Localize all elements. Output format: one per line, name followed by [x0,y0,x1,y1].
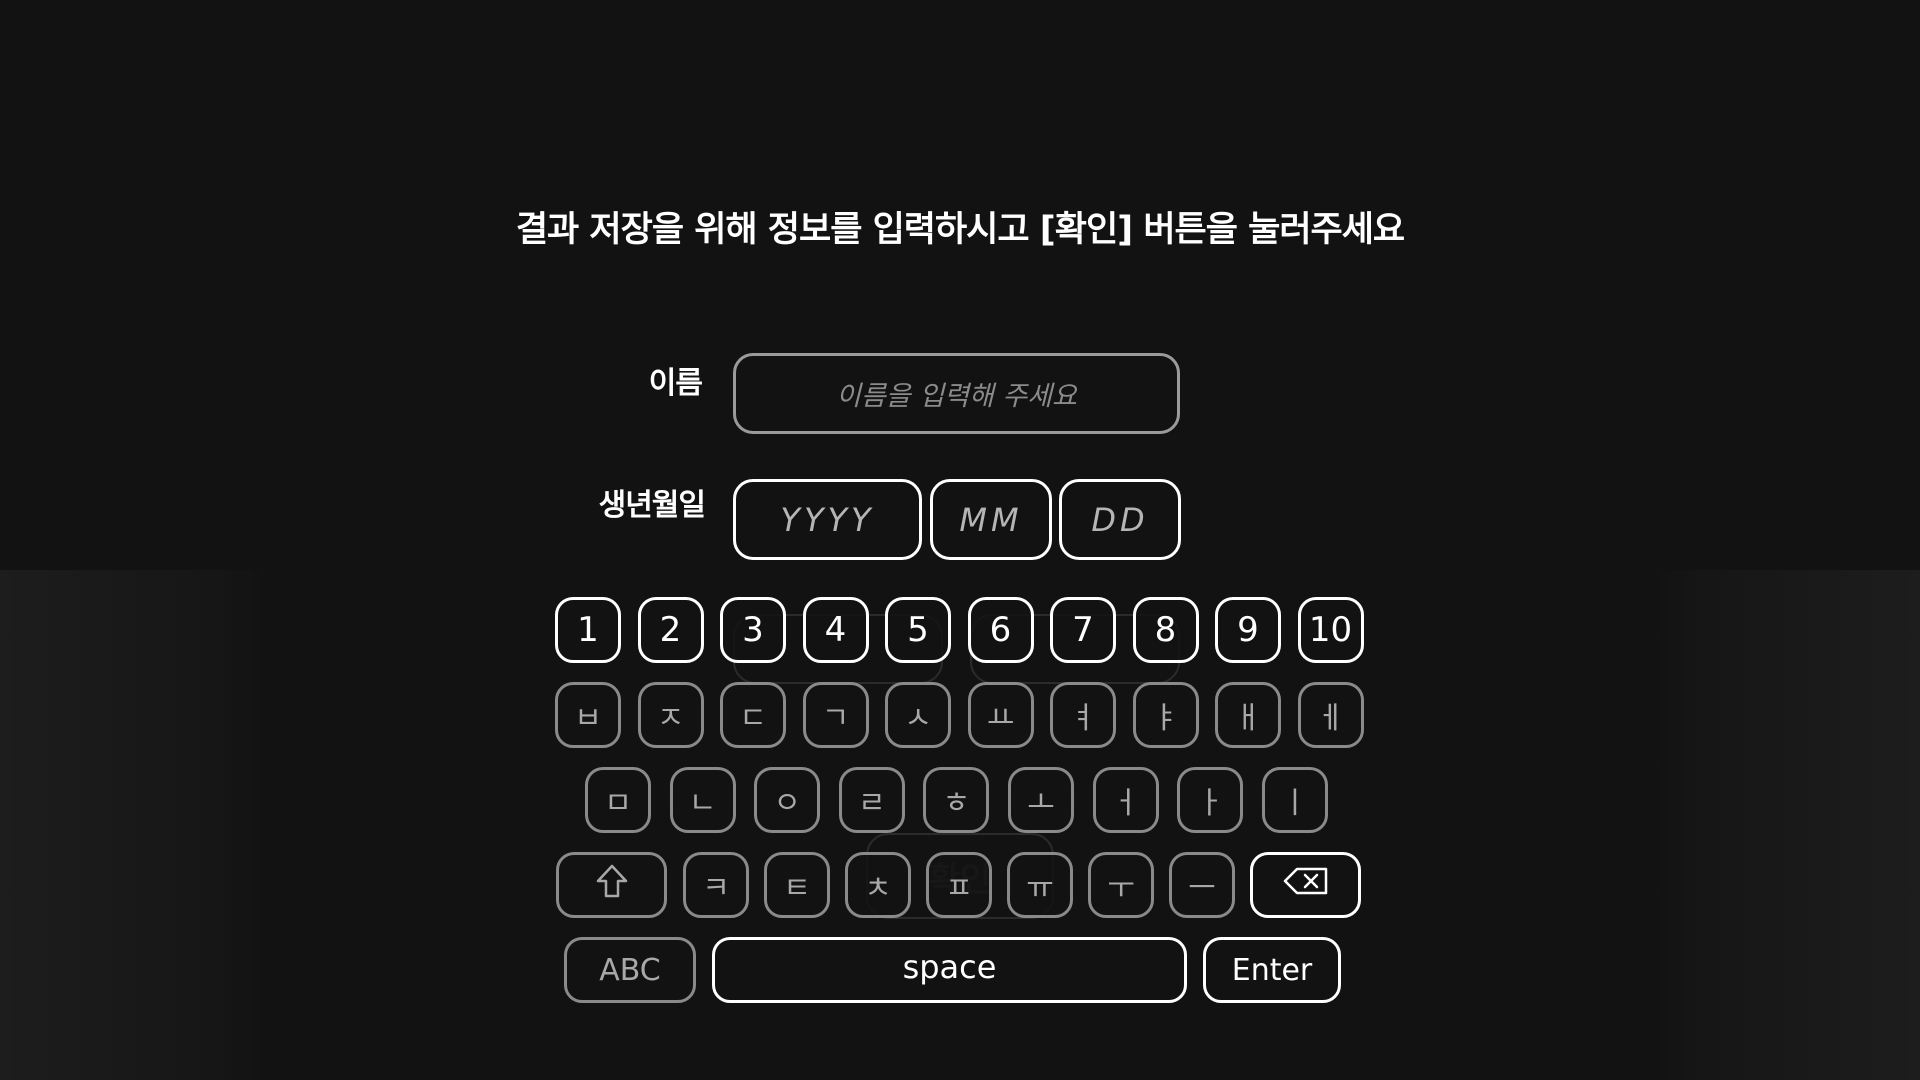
key-jamo-ㅡ[interactable]: ㅡ [1169,852,1235,918]
name-input[interactable]: 이름을 입력해 주세요 [733,353,1180,434]
instruction-text: 결과 저장을 위해 정보를 입력하시고 [확인] 버튼을 눌러주세요 [515,210,1405,250]
key-jamo-ㅍ[interactable]: ㅍ [926,852,992,918]
key-jamo-ㄷ[interactable]: ㄷ [720,682,786,748]
key-jamo-ㅕ[interactable]: ㅕ [1050,682,1116,748]
space-key[interactable]: space [712,937,1187,1003]
key-jamo-ㄱ[interactable]: ㄱ [802,682,869,748]
backspace-icon [1283,866,1329,904]
key-jamo-ㅂ[interactable]: ㅂ [555,682,621,748]
shift-arrow-icon [595,863,629,907]
birth-day-input[interactable]: DD [1059,479,1181,560]
key-jamo-ㅓ[interactable]: ㅓ [1092,767,1159,833]
key-jamo-ㄹ[interactable]: ㄹ [838,767,905,833]
key-jamo-ㅣ[interactable]: ㅣ [1261,767,1328,833]
key-number-2[interactable]: 2 [637,597,704,663]
key-jamo-ㅌ[interactable]: ㅌ [764,852,830,918]
right-shade [1650,570,1920,1080]
left-shade [0,570,270,1080]
key-number-1[interactable]: 1 [555,597,621,663]
key-jamo-ㅈ[interactable]: ㅈ [637,682,704,748]
birth-year-input[interactable]: YYYY [733,479,922,560]
key-jamo-ㅊ[interactable]: ㅊ [845,852,911,918]
enter-key[interactable]: Enter [1203,937,1341,1003]
key-number-7[interactable]: 7 [1050,597,1116,663]
abc-key[interactable]: ABC [564,937,696,1003]
key-jamo-ㅅ[interactable]: ㅅ [885,682,951,748]
key-jamo-ㅜ[interactable]: ㅜ [1088,852,1154,918]
key-jamo-ㅇ[interactable]: ㅇ [754,767,821,833]
shift-key[interactable] [556,852,667,918]
key-number-6[interactable]: 6 [967,597,1034,663]
birth-month-input[interactable]: MM [930,479,1052,560]
key-jamo-ㅏ[interactable]: ㅏ [1177,767,1244,833]
key-number-8[interactable]: 8 [1132,597,1199,663]
key-jamo-ㅐ[interactable]: ㅐ [1215,682,1281,748]
key-jamo-ㅔ[interactable]: ㅔ [1297,682,1364,748]
key-number-10[interactable]: 10 [1297,597,1364,663]
name-label: 이름 [648,366,703,401]
key-jamo-ㅑ[interactable]: ㅑ [1132,682,1199,748]
key-number-5[interactable]: 5 [885,597,951,663]
key-jamo-ㅠ[interactable]: ㅠ [1007,852,1073,918]
backspace-key[interactable] [1250,852,1361,918]
key-number-3[interactable]: 3 [720,597,786,663]
key-jamo-ㅋ[interactable]: ㅋ [683,852,749,918]
key-jamo-ㅛ[interactable]: ㅛ [967,682,1034,748]
key-jamo-ㅁ[interactable]: ㅁ [585,767,651,833]
birthdate-label: 생년월일 [598,488,706,523]
key-number-9[interactable]: 9 [1215,597,1281,663]
key-jamo-ㄴ[interactable]: ㄴ [669,767,736,833]
key-number-4[interactable]: 4 [802,597,869,663]
key-jamo-ㅗ[interactable]: ㅗ [1008,767,1074,833]
key-jamo-ㅎ[interactable]: ㅎ [923,767,990,833]
